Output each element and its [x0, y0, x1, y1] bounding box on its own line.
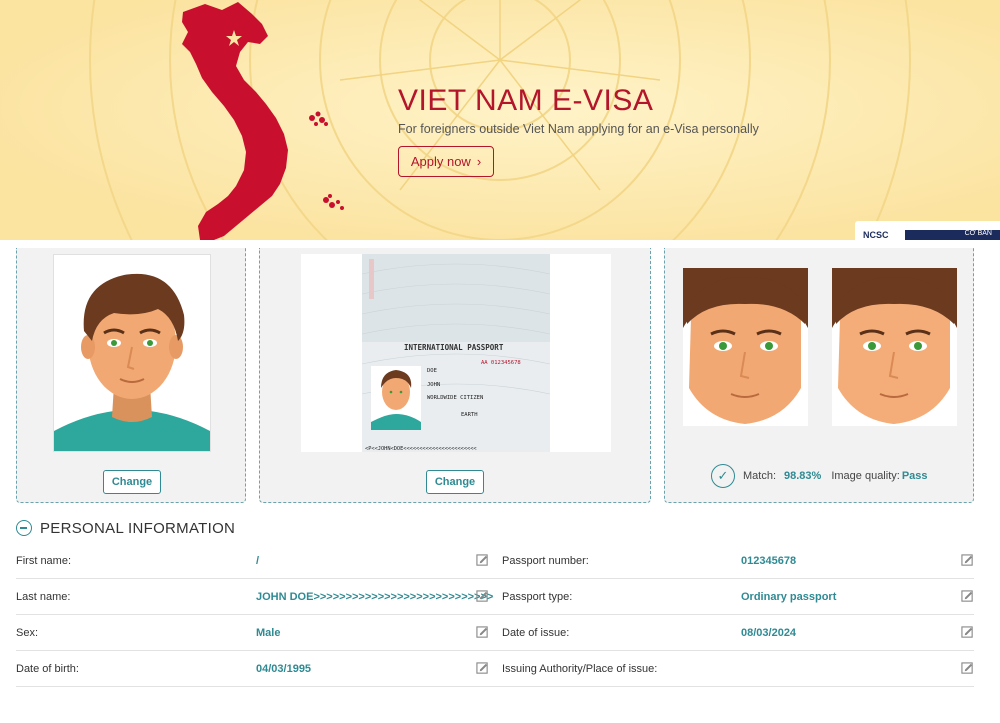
field-value: 012345678 [741, 554, 797, 567]
ncsc-level-bar: CƠ BẢN [905, 230, 1000, 240]
hero-banner: VIET NAM E-VISA For foreigners outside V… [0, 0, 1000, 240]
face-crop-illustration [832, 268, 957, 426]
passport-place-text: EARTH [461, 412, 478, 418]
apply-now-label: Apply now [410, 154, 471, 169]
match-value: 98.83% [784, 470, 822, 482]
passport-photo-card: INTERNATIONAL PASSPORT AA 012345678 DOE … [259, 248, 651, 503]
ncsc-badge[interactable]: NCSC CƠ BẢN [855, 221, 1000, 240]
collapse-minus-icon[interactable] [16, 520, 32, 536]
field-label: Date of issue: [502, 626, 570, 639]
personal-info-header[interactable]: PERSONAL INFORMATION [16, 517, 235, 539]
check-circle-icon: ✓ [711, 464, 735, 488]
quality-value: Pass [901, 470, 928, 482]
portrait-illustration [54, 255, 210, 451]
ncsc-logo-text: NCSC [863, 230, 889, 240]
face-crop-passport [832, 268, 957, 426]
portrait-photo [53, 254, 211, 452]
info-row: Sex: Male Date of issue: 08/03/2024 [16, 615, 974, 651]
field-value: Male [256, 626, 281, 639]
chevron-right-icon: › [476, 154, 482, 169]
edit-icon[interactable] [476, 543, 489, 578]
banner-subtitle: For foreigners outside Viet Nam applying… [398, 122, 759, 136]
info-row: First name: / Passport number: 012345678 [16, 543, 974, 579]
field-label: First name: [16, 554, 72, 567]
match-label: Match: [743, 470, 777, 482]
banner-decoration [0, 0, 1000, 240]
face-match-card: ✓ Match: 98.83% Image quality: Pass [664, 248, 974, 503]
section-title: PERSONAL INFORMATION [40, 519, 236, 537]
face-crop-illustration [683, 268, 808, 426]
field-value: JOHN DOE>>>>>>>>>>>>>>>>>>>>>>>>>>>> [256, 590, 494, 603]
field-label: Last name: [16, 590, 71, 603]
info-row-partial [16, 687, 974, 723]
field-value: 08/03/2024 [741, 626, 797, 639]
change-passport-button[interactable]: Change [426, 470, 484, 494]
apply-now-button[interactable]: Apply now › [398, 146, 494, 177]
field-label: Passport type: [502, 590, 573, 603]
info-row: Date of birth: 04/03/1995 Issuing Authorit… [16, 651, 974, 687]
passport-page-illustration: INTERNATIONAL PASSPORT AA 012345678 DOE … [301, 254, 611, 452]
passport-title-text: INTERNATIONAL PASSPORT [404, 343, 504, 352]
field-label: Issuing Authority/Place of issue: [502, 662, 658, 675]
match-result: ✓ Match: 98.83% Image quality: Pass [711, 463, 928, 489]
field-label: Date of birth: [16, 662, 79, 675]
ncsc-level-text: CƠ BẢN [964, 230, 992, 237]
field-label: Passport number: [502, 554, 589, 567]
passport-given-text: JOHN [427, 382, 440, 388]
field-value: Ordinary passport [741, 590, 837, 603]
passport-mrz-text: <P<<JOHN<DOE<<<<<<<<<<<<<<<<<<<<<<< [365, 446, 477, 452]
edit-icon[interactable] [476, 615, 489, 650]
field-value: 04/03/1995 [256, 662, 312, 675]
edit-icon[interactable] [961, 543, 974, 578]
edit-icon[interactable] [961, 615, 974, 650]
change-portrait-button[interactable]: Change [103, 470, 161, 494]
passport-nationality-text: WORLDWIDE CITIZEN [427, 395, 483, 401]
field-label: Sex: [16, 626, 39, 639]
edit-icon[interactable] [476, 579, 489, 614]
portrait-photo-card: Change [16, 248, 246, 503]
face-crop-portrait [683, 268, 808, 426]
quality-label: Image quality: [831, 470, 900, 482]
edit-icon[interactable] [961, 651, 974, 686]
edit-icon[interactable] [961, 579, 974, 614]
edit-icon[interactable] [476, 651, 489, 686]
passport-number-text: AA 012345678 [481, 360, 521, 366]
passport-scan: INTERNATIONAL PASSPORT AA 012345678 DOE … [301, 254, 611, 452]
info-row: Last name: JOHN DOE>>>>>>>>>>>>>>>>>>>>>>… [16, 579, 974, 615]
passport-surname-text: DOE [427, 368, 437, 374]
field-value: / [256, 554, 260, 567]
banner-title: VIET NAM E-VISA [398, 84, 654, 117]
